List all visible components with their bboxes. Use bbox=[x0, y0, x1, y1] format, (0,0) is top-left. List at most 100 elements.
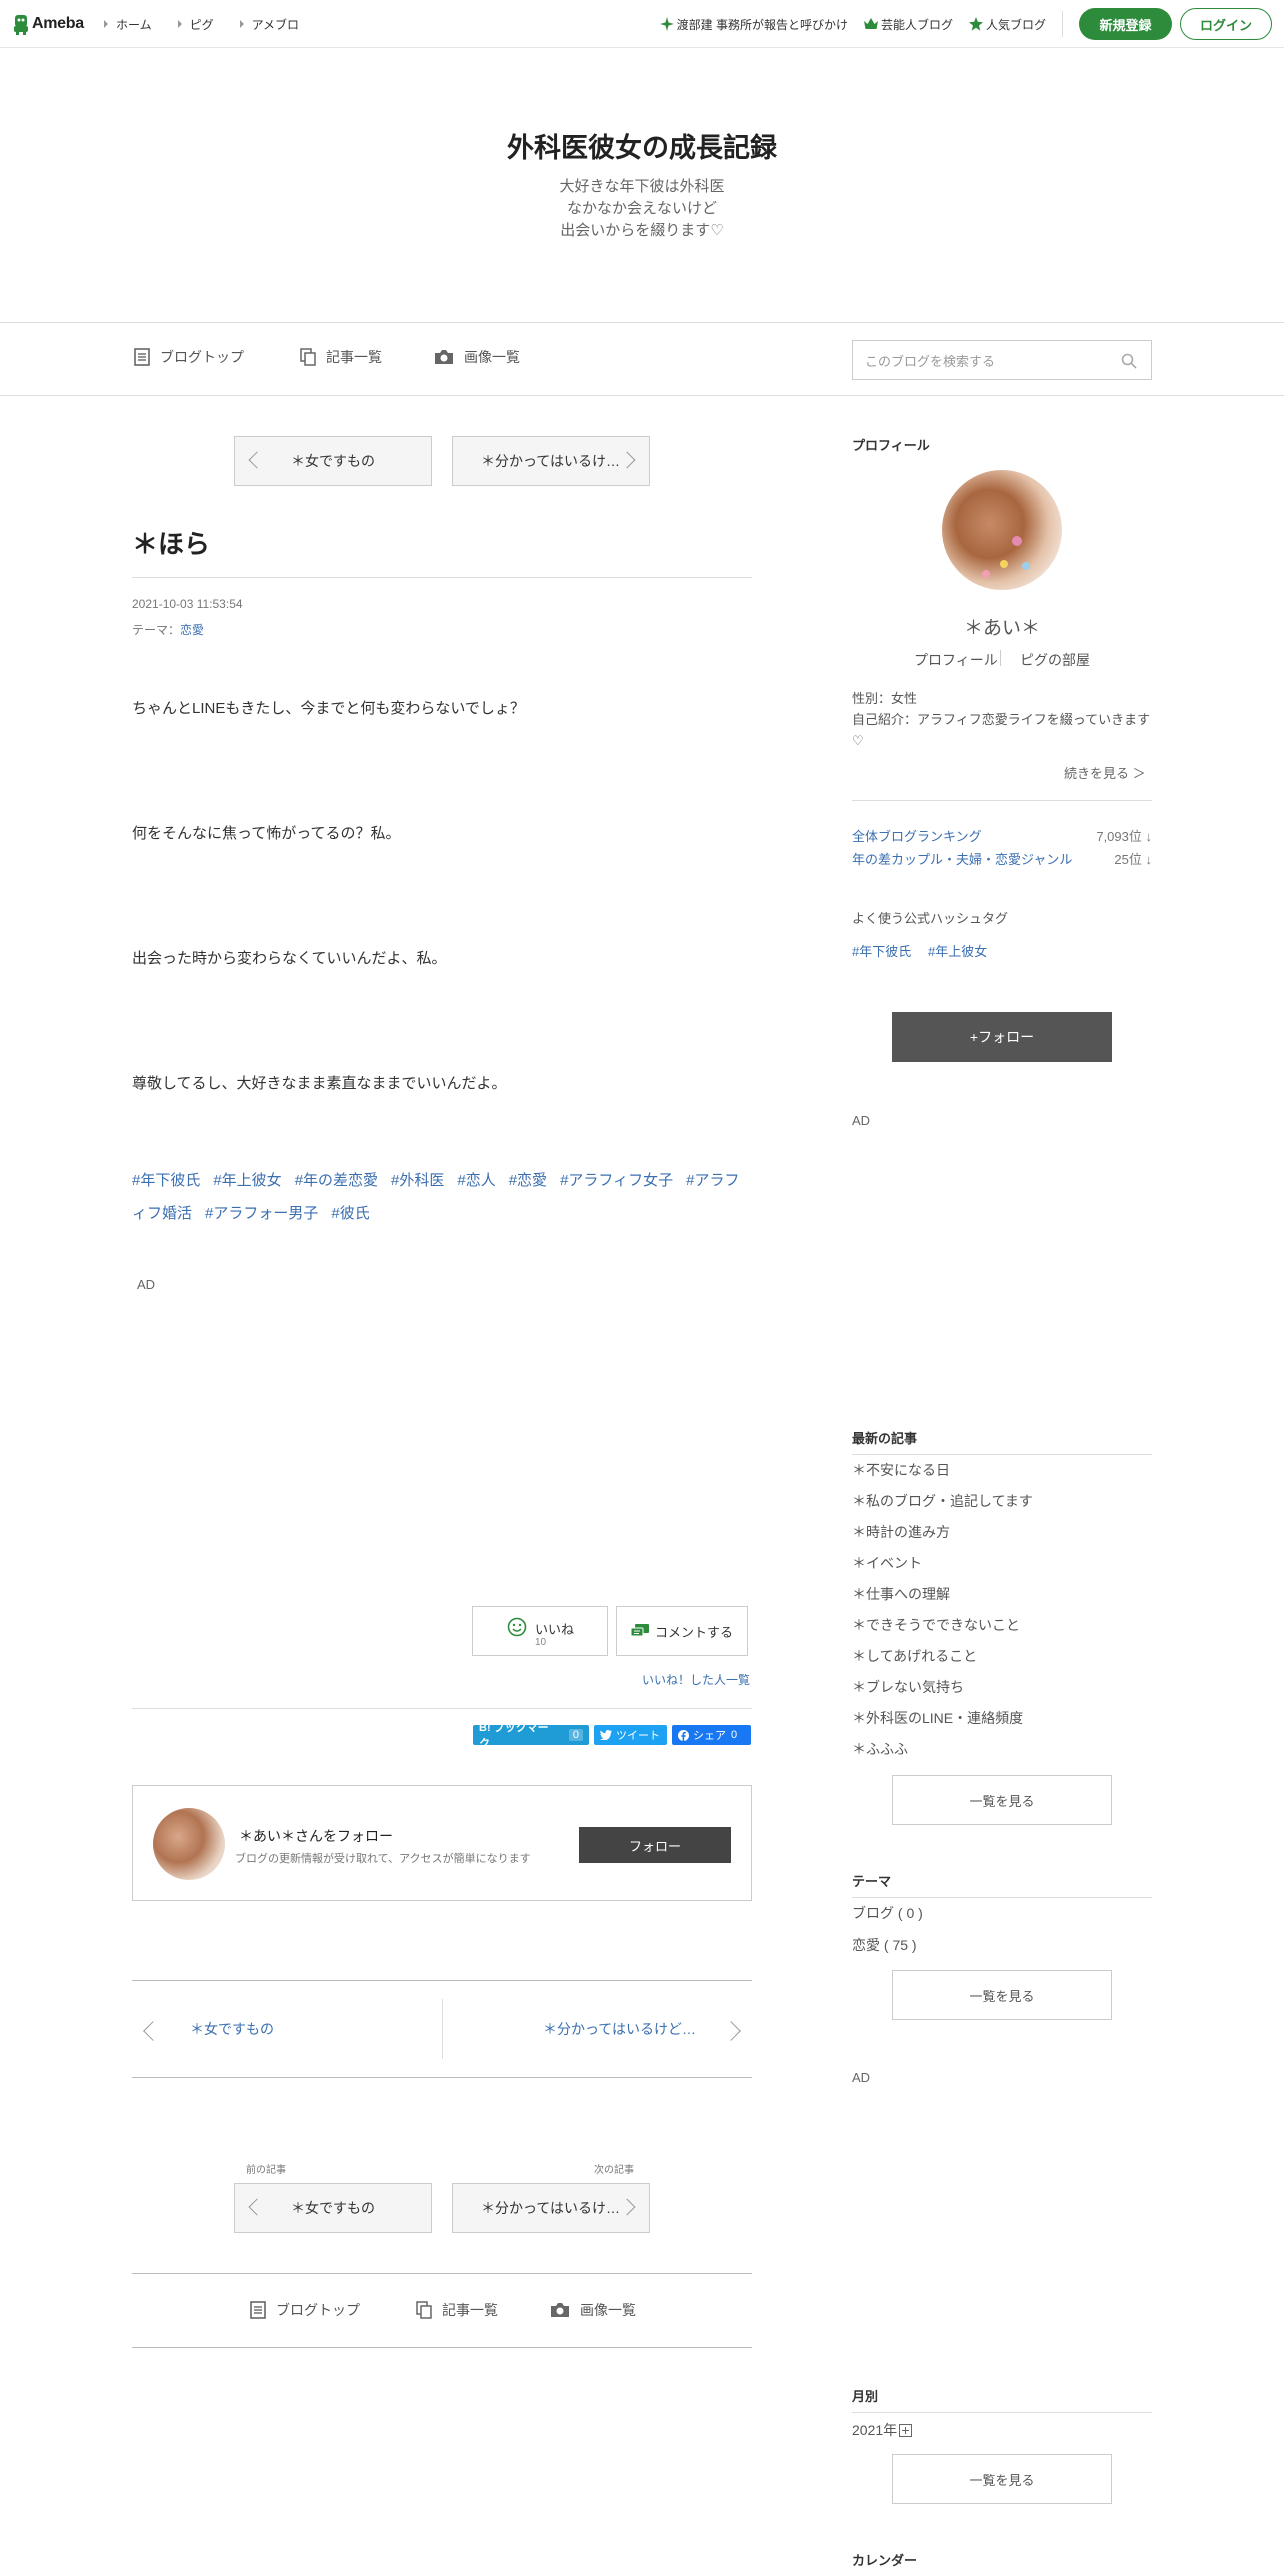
popular-blog-label: 人気ブログ bbox=[985, 17, 1046, 32]
hashtag-link[interactable]: #彼氏 bbox=[331, 1205, 369, 1222]
prev-entry-link[interactable]: ＊女ですもの bbox=[190, 2019, 274, 2039]
ranking-row[interactable]: 年の差カップル・夫婦・恋愛ジャンル 25位 ↓ bbox=[852, 849, 1152, 868]
nav-pig[interactable]: ピグ bbox=[178, 16, 214, 33]
nav-blog-top-label: ブログトップ bbox=[160, 349, 244, 365]
theme-link[interactable]: 恋愛 ( 75 ) bbox=[852, 1935, 917, 1955]
ameba-mascot-icon bbox=[14, 15, 28, 35]
entry-paragraph: ちゃんとLINEもきたし、今までと何も変わらないでしょ？ bbox=[132, 700, 525, 717]
recent-entry-link[interactable]: ＊時計の進み方 bbox=[852, 1522, 950, 1542]
theme-divider bbox=[852, 1897, 1152, 1898]
hatena-bookmark-button[interactable]: B! ブックマーク 0 bbox=[473, 1722, 589, 1750]
recent-entry-link[interactable]: ＊ふふふ bbox=[852, 1739, 908, 1759]
prev-entry-button-bottom[interactable]: ＊女ですもの bbox=[234, 2183, 432, 2233]
profile-link[interactable]: プロフィール bbox=[914, 650, 998, 670]
next-entry-button-bottom[interactable]: ＊分かってはいるけど… bbox=[452, 2183, 650, 2233]
search-icon[interactable] bbox=[1121, 353, 1137, 369]
hashtag-heading: よく使う公式ハッシュタグ bbox=[852, 911, 1009, 926]
next-entry-link[interactable]: ＊分かってはいるけど… bbox=[543, 2019, 696, 2039]
iine-users-link[interactable]: いいね！した人一覧 bbox=[642, 1671, 750, 1688]
hashtag-link[interactable]: #年下彼氏 bbox=[132, 1172, 200, 1189]
popular-blog-link[interactable]: 人気ブログ bbox=[968, 16, 1046, 33]
document-icon bbox=[134, 348, 150, 366]
facebook-share-button[interactable]: シェア 0 bbox=[672, 1725, 751, 1745]
blog-search-input[interactable]: このブログを検索する bbox=[852, 340, 1152, 380]
prev-entry-title: ＊女ですもの bbox=[291, 453, 375, 469]
sidebar-ad-label: AD bbox=[852, 1113, 871, 1128]
footer-nav-image-list[interactable]: 画像一覧 bbox=[550, 2300, 636, 2320]
blog-description: 大好きな年下彼は外科医 なかなか会えないけど 出会いからを綴ります♡ bbox=[0, 176, 1284, 242]
footer-nav-blog-top-label: ブログトップ bbox=[276, 2302, 360, 2318]
register-button[interactable]: 新規登録 bbox=[1079, 8, 1172, 40]
hashtag-link[interactable]: #恋人 bbox=[457, 1172, 495, 1189]
theme-list-more-button[interactable]: 一覧を見る bbox=[892, 1970, 1112, 2020]
footer-nav-entry-list-label: 記事一覧 bbox=[442, 2302, 498, 2318]
hashtag-link[interactable]: #年上彼女 bbox=[213, 1172, 281, 1189]
search-placeholder: このブログを検索する bbox=[865, 353, 996, 369]
sidebar-hashtag[interactable]: #年上彼女 bbox=[928, 941, 987, 960]
ameba-logo[interactable]: Ameba bbox=[12, 12, 84, 36]
recent-entry-link[interactable]: ＊ブレない気持ち bbox=[852, 1677, 964, 1697]
nav-blog-top[interactable]: ブログトップ bbox=[134, 347, 244, 367]
smile-icon bbox=[507, 1617, 527, 1637]
theme-link[interactable]: ブログ ( 0 ) bbox=[852, 1903, 923, 1923]
profile-more-link[interactable]: 続きを見る ＞ bbox=[1064, 763, 1146, 782]
hashtag-link[interactable]: #年の差恋愛 bbox=[295, 1172, 378, 1189]
title-divider bbox=[132, 577, 752, 578]
monthly-list-more-button[interactable]: 一覧を見る bbox=[892, 2454, 1112, 2504]
monthly-heading: 月別 bbox=[852, 2389, 879, 2404]
nav-ameblo[interactable]: アメブロ bbox=[240, 16, 299, 33]
iine-button[interactable]: いいね 10 bbox=[472, 1606, 608, 1656]
recent-entry-link[interactable]: ＊してあげれること bbox=[852, 1646, 977, 1666]
monthly-year-toggle[interactable]: 2021年 bbox=[852, 2420, 913, 2440]
entry-title[interactable]: ＊ほら bbox=[132, 524, 210, 561]
tweet-label: ツイート bbox=[616, 1730, 660, 1742]
footer-nav-entry-list[interactable]: 記事一覧 bbox=[416, 2300, 498, 2320]
profile-avatar[interactable] bbox=[942, 470, 1062, 590]
flower-decoration bbox=[982, 570, 990, 578]
global-nav: ホーム ピグ アメブロ bbox=[104, 0, 325, 48]
entry-theme-link[interactable]: 恋愛 bbox=[180, 623, 204, 637]
hashtag-link[interactable]: #アラフィフ女子 bbox=[560, 1172, 673, 1189]
news-link[interactable]: 渡部建 事務所が報告と呼びかけ bbox=[659, 16, 848, 33]
recent-entry-link[interactable]: ＊外科医のLINE・連絡頻度 bbox=[852, 1708, 1023, 1728]
footer-nav-image-list-label: 画像一覧 bbox=[580, 2302, 636, 2318]
blog-description-line: なかなか会えないけど bbox=[566, 200, 717, 217]
profile-name-text[interactable]: ＊あい＊ bbox=[964, 618, 1040, 639]
ranking-label: 年の差カップル・夫婦・恋愛ジャンル bbox=[852, 852, 1073, 867]
login-button[interactable]: ログイン bbox=[1180, 8, 1272, 40]
comment-button[interactable]: コメントする bbox=[616, 1606, 748, 1656]
recent-entry-link[interactable]: ＊イベント bbox=[852, 1553, 922, 1573]
copy-icon bbox=[300, 348, 316, 366]
follow-button[interactable]: フォロー bbox=[579, 1827, 731, 1863]
nav-home[interactable]: ホーム bbox=[104, 16, 152, 33]
sidebar-hashtag[interactable]: #年下彼氏 bbox=[852, 941, 911, 960]
blog-title[interactable]: 外科医彼女の成長記録 bbox=[0, 126, 1284, 165]
copy-icon bbox=[416, 2301, 432, 2319]
recent-entry-link[interactable]: ＊不安になる日 bbox=[852, 1460, 950, 1480]
nav-entry-list[interactable]: 記事一覧 bbox=[300, 347, 382, 367]
tweet-button[interactable]: ツイート bbox=[594, 1725, 667, 1745]
recent-entry-link[interactable]: ＊できそうでできないこと bbox=[852, 1615, 1020, 1635]
ranking-row[interactable]: 全体ブログランキング 7,093位 ↓ bbox=[852, 826, 1152, 845]
iine-label: いいね bbox=[535, 1622, 575, 1637]
prev-entry-button[interactable]: ＊女ですもの bbox=[234, 436, 432, 486]
recent-entry-link[interactable]: ＊私のブログ・追記してます bbox=[852, 1491, 1033, 1511]
comment-label: コメントする bbox=[654, 1624, 733, 1640]
star-icon bbox=[968, 17, 983, 31]
sidebar-follow-button[interactable]: +フォロー bbox=[892, 1012, 1112, 1062]
avatar[interactable] bbox=[153, 1808, 225, 1880]
hashtag-link[interactable]: #アラフォー男子 bbox=[205, 1205, 318, 1222]
nav-image-list[interactable]: 画像一覧 bbox=[434, 347, 520, 367]
hashtag-link[interactable]: #外科医 bbox=[391, 1172, 444, 1189]
recent-entry-link[interactable]: ＊仕事への理解 bbox=[852, 1584, 950, 1604]
celebrity-blog-link[interactable]: 芸能人ブログ bbox=[863, 16, 953, 33]
nav-entry-list-label: 記事一覧 bbox=[326, 349, 382, 365]
footer-nav-blog-top[interactable]: ブログトップ bbox=[250, 2300, 360, 2320]
recent-list-more-button[interactable]: 一覧を見る bbox=[892, 1775, 1112, 1825]
footer-nav-top-divider bbox=[132, 2273, 752, 2274]
entry-hashtags: #年下彼氏 #年上彼女 #年の差恋愛 #外科医 #恋人 #恋愛 #アラフィフ女子 #アラフィフ… bbox=[132, 1164, 752, 1230]
entry-theme-label: テーマ： bbox=[132, 623, 181, 637]
hashtag-link[interactable]: #恋愛 bbox=[509, 1172, 547, 1189]
pig-room-link[interactable]: ピグの部屋 bbox=[1020, 650, 1090, 670]
next-entry-button[interactable]: ＊分かってはいるけど… bbox=[452, 436, 650, 486]
